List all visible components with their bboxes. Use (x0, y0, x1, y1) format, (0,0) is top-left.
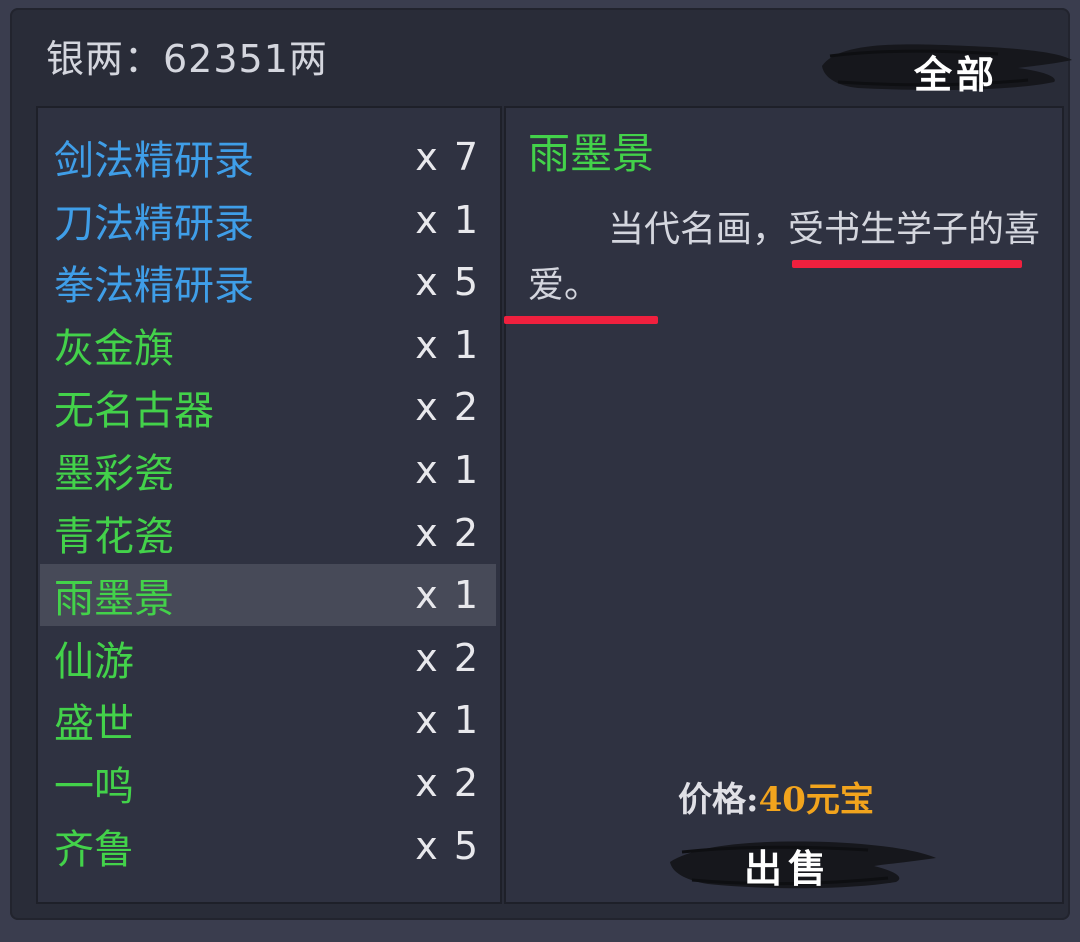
inventory-item-row[interactable]: 盛世 x 1 (40, 689, 496, 751)
sell-button[interactable]: 出售 (668, 832, 938, 892)
item-name: 无名古器 (54, 388, 214, 435)
silver-balance: 银两：62351两 (46, 37, 328, 81)
inventory-item-row[interactable]: 仙游 x 2 (40, 627, 496, 689)
item-name: 齐鲁 (54, 826, 134, 873)
item-name: 拳法精研录 (54, 263, 254, 310)
item-name: 盛世 (54, 701, 134, 748)
inventory-item-row[interactable]: 一鸣 x 2 (40, 752, 496, 814)
item-name: 仙游 (54, 638, 134, 685)
item-quantity: x 1 (415, 448, 480, 492)
annotation-underline (504, 316, 658, 324)
price-value: 40元宝 (758, 780, 874, 820)
item-quantity: x 2 (415, 635, 480, 680)
filter-all-button[interactable]: 全部 (818, 38, 1074, 97)
inventory-item-row[interactable]: 拳法精研录 x 5 (40, 251, 496, 313)
shop-panel: 银两：62351两 全部 剑法精研录 x 7 刀法精研录 x 1 拳法精研录 x 5 灰金旗… (10, 8, 1072, 920)
annotation-underline (792, 260, 1022, 268)
item-quantity: x 2 (415, 510, 480, 555)
filter-all-label: 全部 (913, 52, 998, 97)
item-name: 墨彩瓷 (54, 451, 174, 497)
item-name: 雨墨景 (54, 576, 174, 623)
item-quantity: x 5 (415, 823, 480, 868)
item-name: 灰金旗 (54, 325, 174, 372)
inventory-item-row[interactable]: 灰金旗 x 1 (40, 314, 496, 376)
inventory-item-row[interactable]: 墨彩瓷 x 1 (40, 439, 496, 501)
inventory-item-row[interactable]: 青花瓷 x 2 (40, 502, 496, 564)
item-quantity: x 1 (415, 698, 480, 743)
inventory-item-row[interactable]: 刀法精研录 x 1 (40, 189, 496, 251)
item-quantity: x 1 (415, 322, 480, 367)
item-detail-panel: 雨墨景 当代名画，受书生学子的喜爱。 价格:40元宝 出售 (504, 106, 1064, 904)
item-quantity: x 5 (415, 260, 480, 305)
inventory-item-row[interactable]: 齐鲁 x 5 (40, 815, 496, 877)
item-quantity: x 1 (415, 573, 480, 618)
item-detail-description: 当代名画，受书生学子的喜爱。 (528, 209, 1041, 306)
item-price: 价格:40元宝 (678, 772, 874, 821)
item-name: 剑法精研录 (54, 138, 254, 184)
item-detail-title: 雨墨景 (528, 129, 655, 178)
inventory-item-row[interactable]: 剑法精研录 x 7 (40, 126, 496, 188)
item-quantity: x 2 (415, 761, 480, 805)
sell-button-label: 出售 (743, 846, 832, 891)
item-quantity: x 7 (415, 135, 480, 179)
inventory-item-row[interactable]: 无名古器 x 2 (40, 376, 496, 438)
item-quantity: x 2 (415, 385, 480, 430)
item-name: 一鸣 (54, 764, 134, 810)
item-quantity: x 1 (415, 197, 480, 242)
inventory-item-row[interactable]: 雨墨景 x 1 (40, 564, 496, 627)
item-name: 刀法精研录 (54, 200, 254, 247)
item-name: 青花瓷 (54, 513, 174, 560)
price-label: 价格: (678, 780, 759, 820)
item-list[interactable]: 剑法精研录 x 7 刀法精研录 x 1 拳法精研录 x 5 灰金旗 x 1 无名古器 x 2 墨彩瓷… (36, 106, 502, 904)
